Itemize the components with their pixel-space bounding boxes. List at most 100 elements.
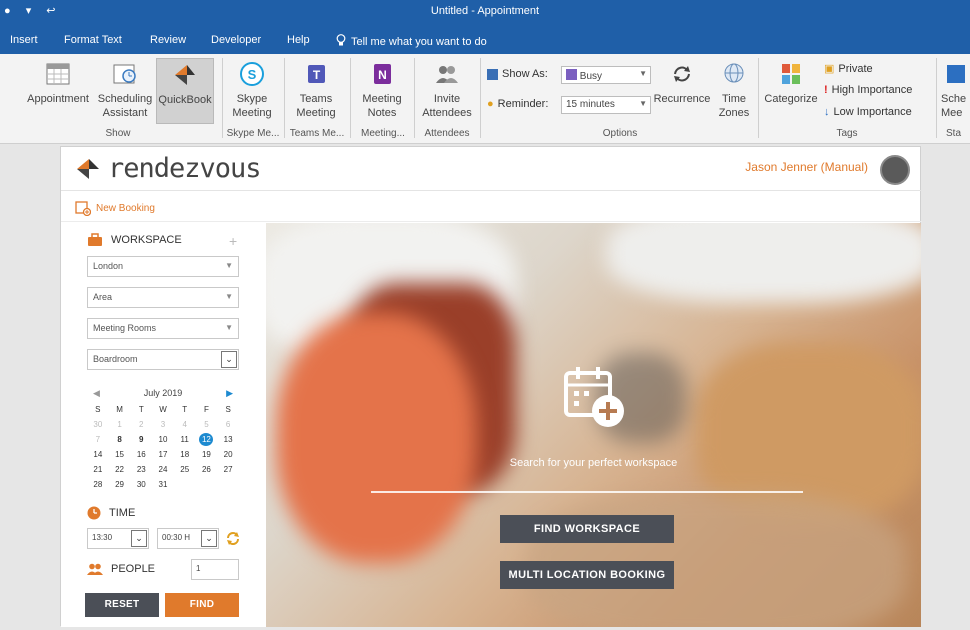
weekday-label: T: [182, 405, 188, 414]
invite-attendees-button[interactable]: Invite Attendees: [419, 60, 475, 120]
avatar[interactable]: [880, 155, 910, 185]
categorize-button[interactable]: Categorize: [762, 60, 820, 106]
categorize-icon: [782, 64, 800, 84]
appointment-button[interactable]: Appointment: [22, 60, 94, 106]
busy-swatch-icon: [566, 69, 577, 80]
calendar-day[interactable]: 30: [130, 478, 152, 491]
arrow-down-icon: ↓: [824, 106, 830, 118]
hero-tagline: Search for your perfect workspace: [509, 457, 678, 469]
calendar-day[interactable]: 27: [217, 463, 239, 476]
onenote-icon: N: [374, 64, 391, 84]
group-schedule-label: Sta: [946, 128, 962, 139]
group-skype-label: Skype Me...: [226, 128, 280, 139]
people-heading: PEOPLE: [87, 563, 155, 575]
menu-insert[interactable]: Insert: [10, 34, 38, 46]
brand-name: rendezvous: [108, 153, 262, 184]
calendar-day[interactable]: 24: [152, 463, 174, 476]
search-panel: WORKSPACE + London ▼ Area ▼ Meeting Rooms ▼…: [61, 223, 266, 627]
calendar-day: [196, 478, 218, 491]
globe-icon: [724, 63, 744, 83]
show-as-select[interactable]: Busy ▼: [561, 66, 651, 84]
calendar-day[interactable]: 10: [152, 433, 174, 446]
find-button[interactable]: FIND: [165, 593, 239, 617]
calendar-day[interactable]: 13: [217, 433, 239, 446]
briefcase-icon: [88, 233, 102, 246]
next-month-icon[interactable]: ▶: [226, 388, 233, 399]
bell-icon: ●: [487, 98, 494, 110]
user-name[interactable]: Jason Jenner (Manual): [745, 160, 868, 174]
recurrence-button[interactable]: Recurrence: [652, 60, 712, 106]
group-show-label: Show: [105, 128, 131, 139]
refresh-time-icon[interactable]: [225, 528, 241, 548]
prev-month-icon[interactable]: ◀: [93, 388, 100, 399]
calendar-day[interactable]: 17: [152, 448, 174, 461]
lightbulb-icon: [336, 34, 346, 50]
reminder-select[interactable]: 15 minutes ▼: [561, 96, 651, 114]
chevron-down-icon: ▼: [639, 69, 647, 78]
add-workspace-button[interactable]: +: [229, 233, 237, 249]
exclamation-icon: !: [824, 84, 828, 96]
skype-meeting-button[interactable]: S Skype Meeting: [226, 60, 278, 120]
menu-format-text[interactable]: Format Text: [64, 34, 122, 46]
scheduling-assistant-button[interactable]: Scheduling Assistant: [95, 60, 155, 120]
chevron-down-icon: ▼: [225, 292, 233, 301]
quickbook-button[interactable]: QuickBook: [156, 58, 214, 124]
low-importance-button[interactable]: ↓ Low Importance: [824, 106, 912, 118]
group-teams-label: Teams Me...: [289, 128, 345, 139]
start-time-select[interactable]: 13:30 ⌄: [87, 528, 149, 549]
duration-select[interactable]: 00:30 H ⌄: [157, 528, 219, 549]
calendar-day[interactable]: 11: [174, 433, 196, 446]
calendar-day[interactable]: 14: [87, 448, 109, 461]
rendezvous-logo-icon: [175, 65, 195, 85]
menu-developer[interactable]: Developer: [211, 34, 261, 46]
area-select[interactable]: Area ▼: [87, 287, 239, 308]
calendar-day[interactable]: 12: [199, 433, 214, 446]
calendar-day[interactable]: 21: [87, 463, 109, 476]
calendar-day[interactable]: 31: [152, 478, 174, 491]
calendar-day[interactable]: 22: [109, 463, 131, 476]
schedule-meeting-button[interactable]: Sche Mee: [941, 60, 970, 120]
calendar-day[interactable]: 29: [109, 478, 131, 491]
reset-button[interactable]: RESET: [85, 593, 159, 617]
menu-help[interactable]: Help: [287, 34, 310, 46]
calendar-day[interactable]: 15: [109, 448, 131, 461]
weekday-label: S: [225, 405, 231, 414]
title-bar: ● ▾ ↩ Untitled - Appointment: [0, 0, 970, 27]
lock-icon: ▣: [824, 63, 835, 75]
people-count-input[interactable]: 1: [191, 559, 239, 580]
menu-review[interactable]: Review: [150, 34, 186, 46]
multi-location-booking-button[interactable]: MULTI LOCATION BOOKING: [500, 561, 674, 589]
calendar-day[interactable]: 20: [217, 448, 239, 461]
calendar-day[interactable]: 18: [174, 448, 196, 461]
calendar-day[interactable]: 23: [130, 463, 152, 476]
tell-me-search[interactable]: Tell me what you want to do: [336, 34, 487, 50]
calendar-month: July 2019: [143, 388, 183, 398]
group-tags-label: Tags: [836, 128, 858, 139]
high-importance-button[interactable]: ! High Importance: [824, 84, 912, 96]
chevron-down-icon: ▼: [225, 261, 233, 270]
hero-divider: [371, 491, 803, 493]
location-select[interactable]: London ▼: [87, 256, 239, 277]
calendar-day[interactable]: 8: [109, 433, 131, 446]
time-zones-button[interactable]: Time Zones: [714, 60, 754, 120]
room-select[interactable]: Boardroom ⌄: [87, 349, 239, 370]
calendar-day[interactable]: 26: [196, 463, 218, 476]
find-workspace-button[interactable]: FIND WORKSPACE: [500, 515, 674, 543]
teams-meeting-button[interactable]: T Teams Meeting: [290, 60, 342, 120]
rendezvous-logo[interactable]: rendezvous: [75, 153, 262, 184]
weekday-label: F: [203, 405, 209, 414]
calendar-day[interactable]: 28: [87, 478, 109, 491]
meeting-notes-button[interactable]: N Meeting Notes: [356, 60, 408, 120]
skype-icon: S: [240, 62, 264, 86]
chevron-down-icon: ▼: [225, 323, 233, 332]
private-button[interactable]: ▣ Private: [824, 62, 873, 76]
new-booking-button[interactable]: New Booking: [75, 200, 155, 216]
svg-text:S: S: [248, 67, 257, 82]
calendar-day[interactable]: 9: [130, 433, 152, 446]
calendar-day: 1: [117, 420, 122, 429]
new-booking-icon: [75, 201, 91, 216]
workspace-type-select[interactable]: Meeting Rooms ▼: [87, 318, 239, 339]
calendar-day[interactable]: 19: [196, 448, 218, 461]
calendar-day[interactable]: 25: [174, 463, 196, 476]
calendar-day[interactable]: 16: [130, 448, 152, 461]
